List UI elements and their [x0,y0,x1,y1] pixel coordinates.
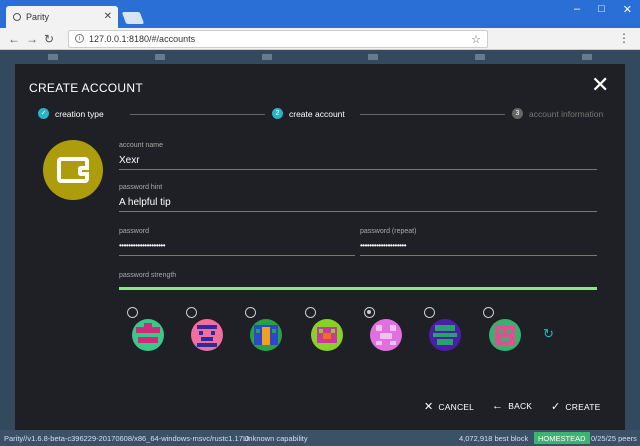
back-arrow-icon[interactable]: ← [8,32,20,46]
step-label: account information [529,108,604,119]
maximize-icon[interactable]: □ [598,3,605,16]
create-button[interactable]: ✓ CREATE [551,400,600,413]
nav-icon[interactable] [474,54,485,60]
account-avatar [43,140,103,200]
step-label: creation type [55,108,104,119]
nav-icon[interactable] [261,54,272,60]
account-name-field[interactable]: account name Xexr [119,142,597,170]
address-bar[interactable]: i 127.0.0.1:8180/#/accounts ☆ [68,30,488,48]
refresh-identicons-icon[interactable]: ↻ [543,326,554,342]
password-field[interactable]: password •••••••••••••••••••• [119,228,355,256]
best-block-text: 4,072,918 best block [459,434,529,443]
password-hint-input[interactable]: A helpful tip [119,197,597,212]
identicon[interactable] [429,319,461,351]
step-number: 3 [512,108,523,119]
status-bar: Parity//v1.6.8-beta-c396229-20170608/x86… [0,430,640,446]
minimize-icon[interactable]: – [574,3,580,16]
modal-title: CREATE ACCOUNT [29,81,143,95]
bookmark-star-icon[interactable]: ☆ [471,33,481,46]
field-label: password [119,228,149,235]
close-icon: ✕ [424,401,434,413]
step-label: create account [289,108,345,119]
browser-navbar: ← → ↻ i 127.0.0.1:8180/#/accounts ☆ ⋮ [0,28,640,50]
field-label: password strength [119,272,177,279]
cancel-button[interactable]: ✕ CANCEL [424,400,474,413]
network-badge: HOMESTEAD [534,432,590,444]
nav-icon[interactable] [581,54,592,60]
identicon[interactable] [250,319,282,351]
step-connector [130,114,265,115]
peers-text: 0/25/25 peers [591,434,637,443]
version-text: Parity//v1.6.8-beta-c396229-20170608/x86… [4,434,250,443]
step-connector [360,114,505,115]
reload-icon[interactable]: ↻ [44,32,54,46]
nav-icon[interactable] [48,54,59,60]
password-repeat-field[interactable]: password (repeat) •••••••••••••••••••• [360,228,597,256]
nav-icon[interactable] [368,54,379,60]
password-repeat-input[interactable]: •••••••••••••••••••• [360,241,597,256]
close-modal-icon[interactable]: ✕ [591,74,609,96]
app-nav-icons [0,50,640,64]
create-label: CREATE [565,401,601,412]
identicon[interactable] [191,319,223,351]
parity-favicon-icon [13,13,21,21]
field-label: account name [119,142,163,149]
forward-arrow-icon[interactable]: → [26,32,38,46]
identicon-radio[interactable] [186,307,197,318]
account-name-input[interactable]: Xexr [119,155,597,170]
password-strength-bar [119,287,597,290]
back-label: BACK [508,401,533,411]
identicon-radio[interactable] [424,307,435,318]
window-close-icon[interactable]: ✕ [623,3,632,16]
capability-text: Unknown capability [243,434,308,443]
identicon-radio[interactable] [483,307,494,318]
back-button[interactable]: ← BACK [492,400,532,412]
step-create-account: 2 create account [272,108,345,119]
identicon-radio[interactable] [305,307,316,318]
check-icon: ✓ [38,108,49,119]
browser-menu-icon[interactable]: ⋮ [618,31,630,45]
info-icon[interactable]: i [75,34,84,43]
back-arrow-icon: ← [492,400,504,412]
field-label: password hint [119,184,163,191]
identicon-radio[interactable] [127,307,138,318]
identicon[interactable] [132,319,164,351]
browser-tab[interactable]: Parity ✕ [6,6,118,28]
step-account-information: 3 account information [512,108,603,119]
cancel-label: CANCEL [438,401,475,412]
close-tab-icon[interactable]: ✕ [104,11,112,22]
password-strength-field: password strength [119,272,597,279]
identicon[interactable] [489,319,521,351]
tab-title: Parity [26,12,50,22]
step-number: 2 [272,108,283,119]
new-tab-button[interactable] [121,12,145,24]
password-input[interactable]: •••••••••••••••••••• [119,241,355,256]
step-creation-type: ✓ creation type [38,108,104,119]
password-hint-field[interactable]: password hint A helpful tip [119,184,597,212]
url-text: 127.0.0.1:8180/#/accounts [89,34,196,44]
identicon-radio-selected[interactable] [364,307,375,318]
identicon-radio[interactable] [245,307,256,318]
check-icon: ✓ [551,401,561,413]
browser-titlebar: Parity ✕ – □ ✕ [0,0,640,28]
identicon[interactable] [370,319,402,351]
nav-icon[interactable] [154,54,165,60]
wallet-icon [57,157,89,183]
identicon[interactable] [311,319,343,351]
field-label: password (repeat) [360,228,417,235]
create-account-modal: CREATE ACCOUNT ✕ ✓ creation type 2 creat… [15,64,625,430]
